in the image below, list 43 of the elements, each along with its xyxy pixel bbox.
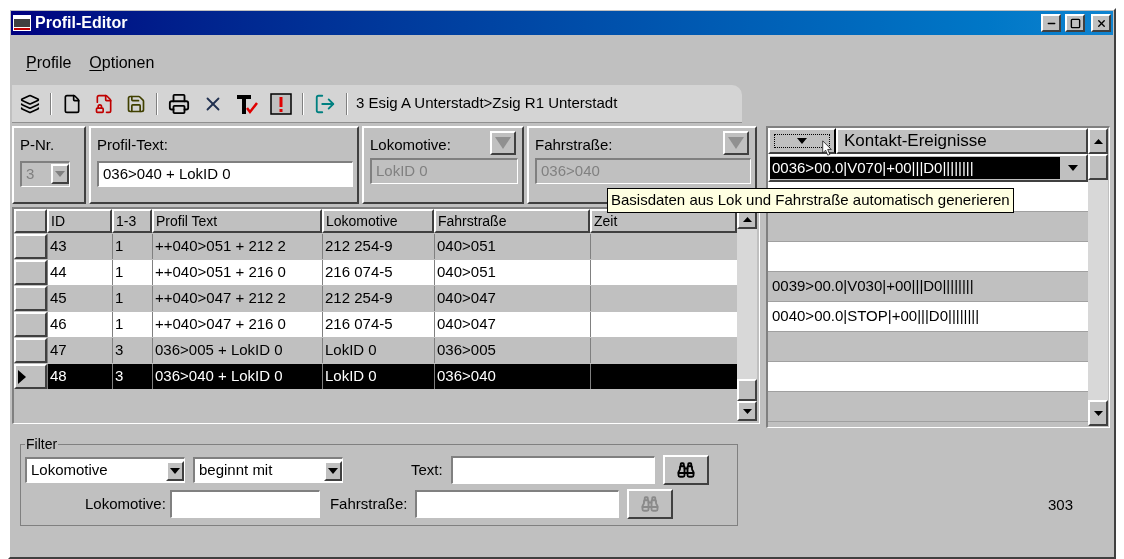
field-label: P-Nr. xyxy=(20,135,56,155)
field-label: Lokomotive: xyxy=(85,493,166,514)
table-cell-text: 1 xyxy=(115,314,124,335)
table-cell-text: 216 074-5 xyxy=(325,262,393,283)
table-cell-text: 212 254-9 xyxy=(325,288,393,309)
table-cell-text: 1 xyxy=(115,288,124,309)
table-cell-text: 1 xyxy=(115,262,124,283)
table-cell-text: LokID 0 xyxy=(325,340,377,361)
table-cell-text: 036>040 + LokID 0 xyxy=(155,366,283,387)
status-text: 3 Esig A Unterstadt>Zsig R1 Unterstadt xyxy=(356,93,618,114)
field-label: Text: xyxy=(411,459,443,480)
table-cell-text: 46 xyxy=(50,314,67,335)
table-cell-text: 1 xyxy=(115,236,124,257)
table-cell-text: 040>047 xyxy=(437,288,496,309)
table-cell-text: 3 xyxy=(115,340,124,361)
table-cell-text: ++040>047 + 216 0 xyxy=(155,314,286,335)
record-count: 303 xyxy=(1048,494,1074,515)
field-label: Fahrstraße: xyxy=(535,135,613,155)
table-cell-text: 48 xyxy=(50,366,67,387)
group-label: Filter xyxy=(25,435,59,454)
window-title: Profil-Editor xyxy=(35,13,129,33)
panel-header: Kontakt-Ereignisse xyxy=(836,128,1088,154)
table-cell-text: 45 xyxy=(50,288,67,309)
table-cell-text: ++040>051 + 216 0 xyxy=(155,262,286,283)
table-cell-text: 3 xyxy=(115,366,124,387)
field-label: Fahrstraße: xyxy=(329,493,408,514)
table-cell-text: 036>005 xyxy=(437,340,496,361)
table-cell-text: 216 074-5 xyxy=(325,314,393,335)
table-cell-text: 44 xyxy=(50,262,67,283)
field-label: Profil-Text: xyxy=(97,135,169,155)
table-cell-text: 212 254-9 xyxy=(325,236,393,257)
table-cell-text: LokID 0 xyxy=(325,366,377,387)
table-cell-text: 47 xyxy=(50,340,67,361)
table-cell-text: 040>047 xyxy=(437,314,496,335)
table-cell-text: 43 xyxy=(50,236,67,257)
table-cell-text: 036>040 xyxy=(437,366,496,387)
table-cell-text: 040>051 xyxy=(437,236,496,257)
table-cell-text: ++040>047 + 212 2 xyxy=(155,288,286,309)
table-cell-text: ++040>051 + 212 2 xyxy=(155,236,286,257)
tooltip: Basisdaten aus Lok und Fahrstraße automatisch generieren xyxy=(607,188,1014,213)
table-cell-text: 036>005 + LokID 0 xyxy=(155,340,283,361)
field-label: Lokomotive: xyxy=(370,135,451,155)
table-cell-text: 040>051 xyxy=(437,262,496,283)
